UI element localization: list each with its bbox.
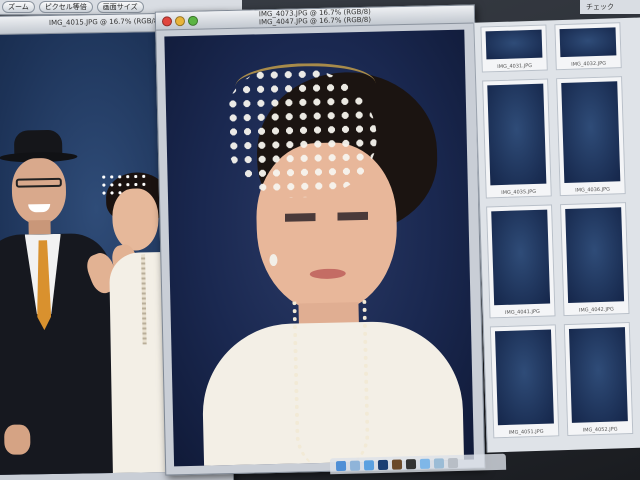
actual-pixels-button[interactable]: ピクセル等倍 [38,1,93,13]
thumbnail-browser: IMG_4031.JPG IMG_4032.JPG IMG_4035.JPG I… [473,17,640,453]
thumbnail-caption: IMG_4051.JPG [508,428,544,436]
thumbnail[interactable]: IMG_4032.JPG [554,22,622,71]
thumbnail[interactable]: IMG_4036.JPG [556,76,626,197]
mail-icon[interactable] [349,460,361,471]
thumbnail-image [485,29,543,60]
headpiece-gold-leaves [235,61,376,108]
thumbnail[interactable]: IMG_4035.JPG [482,78,552,199]
thumbnail-image [561,81,621,184]
thumbnail-image [565,207,625,303]
thumbnail-caption: IMG_4035.JPG [501,188,537,196]
check-label: チェック [580,0,640,14]
itunes-icon[interactable] [419,458,431,469]
thumbnail[interactable]: IMG_4051.JPG [489,324,560,439]
thumbnail-image [487,83,547,186]
desktop-screen: ズーム ピクセル等倍 画面サイズ チェック IMG_4015.JPG @ 16.… [0,0,640,480]
thumbnail-image [568,327,628,423]
photoshop-icon[interactable] [377,459,389,471]
thumbnail[interactable]: IMG_4031.JPG [480,24,548,73]
pearl-necklace [292,299,371,467]
thumbnail-caption: IMG_4036.JPG [575,186,611,194]
thumbnail-image [494,329,554,426]
thumbnail-caption: IMG_4031.JPG [497,62,533,71]
document-window-main[interactable]: IMG_4073.JPG @ 16.7% (RGB/8) IMG_4047.JP… [154,4,486,476]
thumbnail-caption: IMG_4052.JPG [582,426,618,434]
bridge-icon[interactable] [391,459,403,470]
safari-icon[interactable] [363,460,375,471]
trash-icon[interactable] [447,457,459,469]
preview-icon[interactable] [433,458,445,469]
fit-screen-button[interactable]: 画面サイズ [96,1,144,13]
thumbnail[interactable]: IMG_4042.JPG [560,202,630,317]
finder-icon[interactable] [335,460,347,472]
thumbnail-caption: IMG_4032.JPG [571,60,607,68]
bride-earring [269,253,278,267]
dock [329,453,507,475]
thumbnail-caption: IMG_4041.JPG [504,308,540,316]
groom-hand [4,424,31,455]
bride-face [111,188,160,251]
thumbnail-image [491,209,551,306]
groom-glasses [15,177,62,188]
thumbnail-caption: IMG_4042.JPG [578,306,614,314]
thumbnail-image [559,27,617,58]
groom-face [11,157,67,225]
thumbnail[interactable]: IMG_4041.JPG [486,204,556,319]
zoom-button[interactable]: ズーム [2,1,35,13]
thumbnail[interactable]: IMG_4052.JPG [563,322,634,437]
bride-closeup-photo [164,29,475,467]
terminal-icon[interactable] [405,459,417,470]
